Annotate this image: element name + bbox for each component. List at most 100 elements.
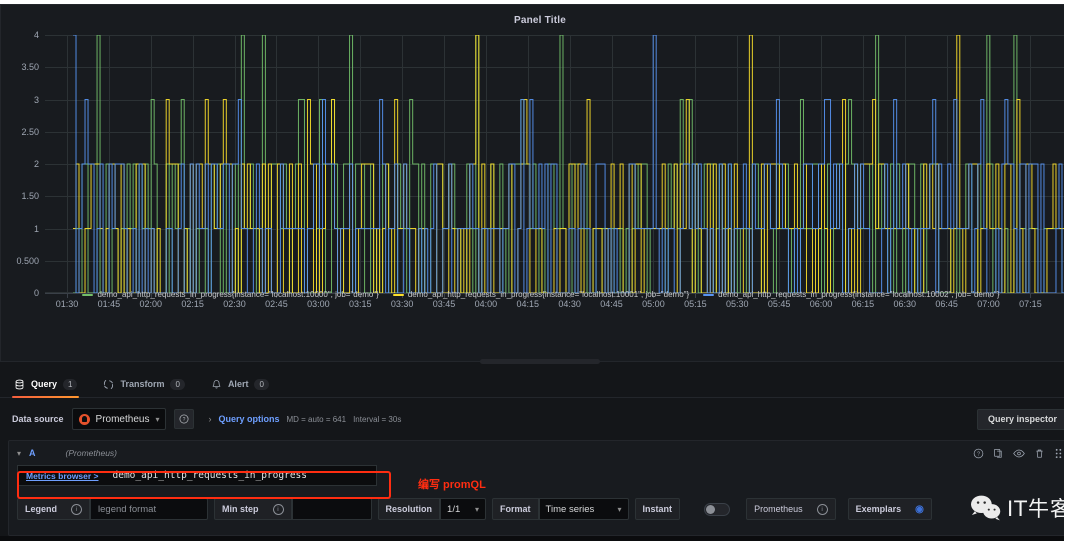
legend-item[interactable]: demo_api_http_requests_in_progress{insta…	[82, 290, 379, 299]
chevron-right-icon: ›	[208, 414, 212, 424]
legend-color-swatch	[703, 293, 715, 296]
chevron-down-icon: ▾	[617, 504, 622, 514]
x-axis-tick-label: 04:15	[516, 299, 540, 309]
instant-field: Instant	[634, 498, 731, 520]
svg-text:?: ?	[183, 417, 186, 423]
resolution-value: 1/1	[447, 503, 461, 515]
prometheus-logo-icon	[78, 413, 90, 425]
x-axis-tick-label: 03:45	[432, 299, 456, 309]
legend-label: demo_api_http_requests_in_progress{insta…	[97, 290, 379, 299]
tab-label: Transform	[120, 379, 165, 389]
eye-icon: ◉	[915, 503, 924, 515]
datasource-help-button[interactable]: ?	[174, 409, 195, 429]
y-axis-tick-label: 2	[33, 159, 39, 169]
x-axis-tick-label: 04:30	[558, 299, 581, 309]
svg-text:?: ?	[977, 451, 980, 457]
chart-legend: demo_api_http_requests_in_progress{insta…	[1, 290, 1080, 299]
toggle-query-visibility-button[interactable]	[1013, 448, 1025, 459]
collapse-chevron-icon[interactable]: ▾	[17, 449, 21, 458]
page-bottom-edge	[0, 536, 1080, 541]
instant-toggle[interactable]	[704, 502, 731, 516]
max-data-points-info: MD = auto = 641	[286, 414, 347, 424]
x-axis-tick-label: 04:00	[474, 299, 498, 309]
query-datasource-note: (Prometheus)	[65, 448, 118, 458]
x-axis-tick-label: 06:00	[809, 299, 833, 309]
query-editor-a: ▾ A (Prometheus) ? Metrics browser > dem…	[8, 440, 1072, 536]
y-axis-tick-label: 2.50	[21, 126, 39, 137]
tab-alert[interactable]: Alert 0	[211, 371, 269, 398]
legend-label: Legend i	[17, 498, 91, 520]
resolution-select[interactable]: 1/1 ▾	[440, 498, 487, 520]
database-icon	[14, 379, 25, 390]
annotation-text: 编写 promQL	[418, 479, 486, 491]
legend-item[interactable]: demo_api_http_requests_in_progress{insta…	[392, 290, 689, 299]
query-options-group[interactable]: › Query options MD = auto = 641 Interval…	[208, 414, 401, 424]
trash-icon	[1036, 449, 1043, 458]
panel-title: Panel Title	[513, 15, 567, 26]
chevron-down-icon: ▾	[155, 414, 160, 424]
query-help-button[interactable]: ?	[973, 448, 984, 459]
duplicate-query-button[interactable]	[993, 448, 1004, 459]
x-axis-tick-label: 05:30	[725, 299, 749, 309]
info-icon[interactable]: i	[816, 503, 828, 515]
query-options-fields: Legend i legend format Min step i Resolu…	[17, 498, 932, 520]
chevron-down-icon: ▾	[475, 504, 480, 514]
legend-label: demo_api_http_requests_in_progress{insta…	[718, 290, 1000, 299]
help-circle-icon: ?	[179, 414, 189, 424]
x-axis-tick-label: 07:15	[1019, 299, 1042, 309]
x-axis-tick-label: 04:45	[600, 299, 623, 309]
tab-query[interactable]: Query 1	[11, 371, 80, 398]
exemplars-datasource-field: Prometheus i	[746, 498, 836, 520]
interval-info: Interval = 30s	[353, 414, 402, 424]
x-axis-tick-label: 03:00	[307, 299, 330, 309]
x-axis-tick-label: 07:00	[977, 299, 1000, 309]
x-axis-tick-label: 02:15	[181, 299, 204, 309]
x-axis-tick-label: 06:15	[851, 299, 875, 309]
visualization-panel: Panel Title 0 0.500 1 1.50 2 2.50 3 3.50 4 01:30…	[0, 4, 1080, 364]
tab-transform[interactable]: Transform 0	[103, 371, 185, 398]
y-axis-tick-label: 4	[33, 30, 39, 40]
legend-color-swatch	[392, 293, 404, 296]
query-options-link[interactable]: Query options	[218, 414, 279, 424]
page-right-edge	[1064, 0, 1080, 541]
tab-count-badge: 0	[254, 378, 269, 390]
y-axis-tick-label: 3.50	[21, 62, 39, 73]
x-axis-tick-label: 02:45	[265, 299, 288, 309]
min-step-input[interactable]	[291, 498, 372, 520]
editor-tabs: Query 1 Transform 0 Alert 0	[0, 371, 1080, 398]
info-icon[interactable]: i	[272, 503, 284, 515]
min-step-label-text: Min step	[222, 504, 259, 514]
query-inspector-button[interactable]: Query inspector	[976, 408, 1068, 430]
format-select[interactable]: Time series ▾	[538, 498, 629, 520]
format-field: Format Time series ▾	[492, 498, 629, 520]
min-step-label: Min step i	[214, 498, 292, 520]
exemplars-field: Exemplars ◉	[847, 498, 932, 520]
tab-count-badge: 0	[170, 378, 185, 390]
info-icon[interactable]: i	[71, 503, 83, 515]
exemplars-toggle[interactable]: Exemplars ◉	[847, 498, 932, 520]
x-axis-tick-label: 01:30	[55, 299, 79, 309]
legend-format-input[interactable]: legend format	[90, 498, 209, 520]
transform-icon	[103, 379, 114, 390]
x-axis-tick-label: 05:45	[767, 299, 791, 309]
query-ref-id[interactable]: A	[29, 448, 36, 458]
query-header: ▾ A (Prometheus) ?	[9, 441, 1071, 465]
format-value: Time series	[545, 503, 595, 515]
x-axis-tick-label: 05:00	[642, 299, 665, 309]
y-axis-tick-label: 1	[33, 223, 39, 234]
delete-query-button[interactable]	[1034, 448, 1045, 459]
x-axis-tick-label: 06:30	[893, 299, 917, 309]
y-axis-tick-label: 3	[33, 94, 39, 105]
drag-query-handle[interactable]	[1054, 448, 1063, 459]
y-axis: 0 0.500 1 1.50 2 2.50 3 3.50 4	[1, 30, 45, 298]
tab-label: Query	[31, 379, 58, 389]
panel-resize-handle[interactable]	[480, 359, 600, 364]
promql-expression-input[interactable]: demo_api_http_requests_in_progress	[106, 465, 377, 486]
min-step-field: Min step i	[214, 498, 372, 520]
metrics-browser-link[interactable]: Metrics browser >	[17, 465, 107, 486]
x-axis-tick-label: 06:45	[935, 299, 958, 309]
legend-item[interactable]: demo_api_http_requests_in_progress{insta…	[703, 290, 1000, 299]
datasource-picker[interactable]: Prometheus ▾	[71, 408, 167, 430]
chart-canvas[interactable]	[45, 35, 1065, 293]
exemplars-datasource[interactable]: Prometheus i	[746, 498, 836, 520]
